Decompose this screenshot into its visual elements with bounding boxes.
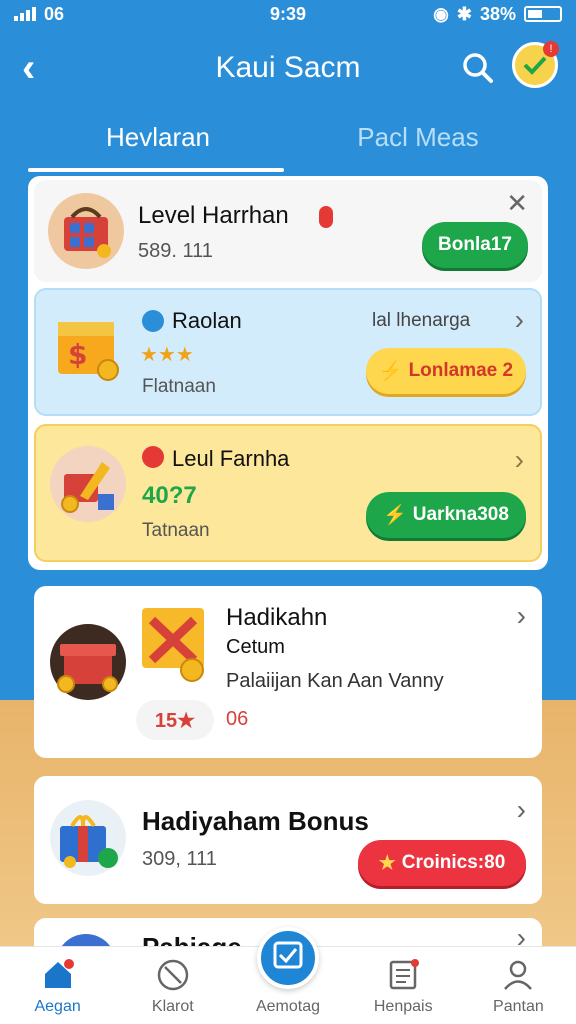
card-title: Hadikahn xyxy=(226,604,328,631)
bottom-nav: Aegan Klarot Aemotag Henpais Pantan xyxy=(0,927,576,1024)
nav-label: Henpais xyxy=(373,998,433,1015)
chest-icon xyxy=(48,193,124,269)
check-icon xyxy=(273,941,303,969)
card-subtitle: Cetum xyxy=(226,636,285,658)
level-button[interactable]: ⚡ Lonlamae 2 xyxy=(366,348,526,394)
card-subtitle: 589. 111 xyxy=(138,240,213,262)
card-subtitle: Tatnaan xyxy=(142,520,210,541)
tab-bar: Hevlaran Pacl Meas xyxy=(28,110,548,172)
card-subtitle: 309, 111 xyxy=(142,848,217,870)
home-icon xyxy=(44,959,74,988)
document-icon xyxy=(389,959,420,990)
center-action-button[interactable] xyxy=(257,927,319,989)
alert-badge-icon xyxy=(319,206,333,228)
star-icon: ★ xyxy=(378,852,396,874)
card-title: Raolan xyxy=(172,308,242,333)
claim-button-label: Bonla17 xyxy=(438,234,512,255)
coupon-icon xyxy=(138,604,208,684)
score-count: 06 xyxy=(226,708,249,730)
bluetooth-icon: ✱ xyxy=(456,3,472,24)
bolt-icon: ⚡ xyxy=(383,505,407,526)
tab-pacl-meas[interactable]: Pacl Meas xyxy=(288,110,548,172)
card-title: Leul Farnha xyxy=(172,446,290,471)
nav-label: Klarot xyxy=(151,998,194,1015)
signal-icon xyxy=(14,7,36,21)
gift-box-icon: $ xyxy=(54,308,124,384)
chevron-right-icon[interactable]: › xyxy=(515,304,524,336)
battery-icon xyxy=(524,6,562,22)
close-icon[interactable]: ✕ xyxy=(506,188,528,219)
level-button-label: Lonlamae 2 xyxy=(408,360,514,381)
tab-hevlaran[interactable]: Hevlaran xyxy=(28,110,288,172)
fire-icon xyxy=(142,446,164,468)
avatar[interactable]: ! xyxy=(512,41,559,88)
app-header: ‹ Kaui Sacm ! xyxy=(0,38,576,98)
nav-item-pantan[interactable]: Pantan xyxy=(461,947,576,1024)
bolt-icon: ⚡ xyxy=(378,361,403,382)
card-title: Level Harrhan xyxy=(138,202,289,229)
reward-card-level[interactable]: Level Harrhan 589. 111 ✕ Bonla17 xyxy=(34,180,542,282)
bonus-button[interactable]: ★ Croinics:80 xyxy=(358,840,526,886)
claim-button[interactable]: Bonla17 xyxy=(422,222,528,268)
back-icon[interactable]: ‹ xyxy=(22,48,35,88)
score-badge-label: 15★ xyxy=(154,709,196,732)
card-description: Palaiijan Kan Aan Vanny xyxy=(226,670,444,692)
page-title: Kaui Sacm xyxy=(215,51,361,84)
bonus-gift-icon xyxy=(50,800,126,876)
reward-card-raolan[interactable]: $ Raolan lal lhenarga › ★★★ Flatnaan ⚡ L… xyxy=(34,288,542,416)
reward-card-hadikahn[interactable]: Hadikahn Cetum Palaiijan Kan Aan Vanny ›… xyxy=(34,586,542,758)
status-bar: 06 9:39 ◉ ✱ 38% xyxy=(0,0,576,28)
status-network: 06 xyxy=(44,3,65,24)
check-badge-icon xyxy=(523,56,547,75)
nav-label: Aemotag xyxy=(255,998,321,1015)
score-badge: 15★ xyxy=(136,700,214,740)
card-right-label: lal lhenarga xyxy=(372,310,471,331)
stars-rating: ★★★ xyxy=(140,344,194,366)
rewards-panel: Level Harrhan 589. 111 ✕ Bonla17 $ Raola… xyxy=(28,176,548,570)
card-title: Hadiyaham Bonus xyxy=(142,806,369,836)
info-icon xyxy=(142,310,164,332)
chevron-right-icon[interactable]: › xyxy=(517,794,526,826)
user-icon xyxy=(504,960,533,990)
nav-item-henpais[interactable]: Henpais xyxy=(346,947,461,1024)
bonus-button-label: Croinics:80 xyxy=(401,852,506,873)
status-time: 9:39 xyxy=(269,3,307,24)
reward-card-farnha[interactable]: Leul Farnha 40?7 Tatnaan › ⚡ Uarkna308 xyxy=(34,424,542,562)
claim-button[interactable]: ⚡ Uarkna308 xyxy=(366,492,526,538)
compass-icon xyxy=(157,959,189,991)
nav-item-klarot[interactable]: Klarot xyxy=(115,947,230,1024)
nav-item-home[interactable]: Aegan xyxy=(0,947,115,1024)
alarm-icon: ◉ xyxy=(433,3,449,24)
nav-item-aemotag[interactable]: Aemotag xyxy=(230,927,345,1024)
chevron-right-icon[interactable]: › xyxy=(515,444,524,476)
gift-pile-icon xyxy=(50,446,126,522)
search-icon[interactable] xyxy=(462,52,494,84)
card-value: 40?7 xyxy=(142,482,197,509)
svg-text:$: $ xyxy=(68,338,87,371)
card-subtitle: Flatnaan xyxy=(142,376,216,397)
chevron-right-icon[interactable]: › xyxy=(517,600,526,632)
nav-label: Aegan xyxy=(34,998,81,1015)
reward-card-bonus[interactable]: Hadiyaham Bonus 309, 111 › ★ Croinics:80 xyxy=(34,776,542,904)
claim-button-label: Uarkna308 xyxy=(412,504,509,525)
battery-percent: 38% xyxy=(479,3,516,24)
notification-dot: ! xyxy=(543,41,559,57)
red-gift-icon xyxy=(50,624,126,700)
nav-label: Pantan xyxy=(493,998,544,1015)
